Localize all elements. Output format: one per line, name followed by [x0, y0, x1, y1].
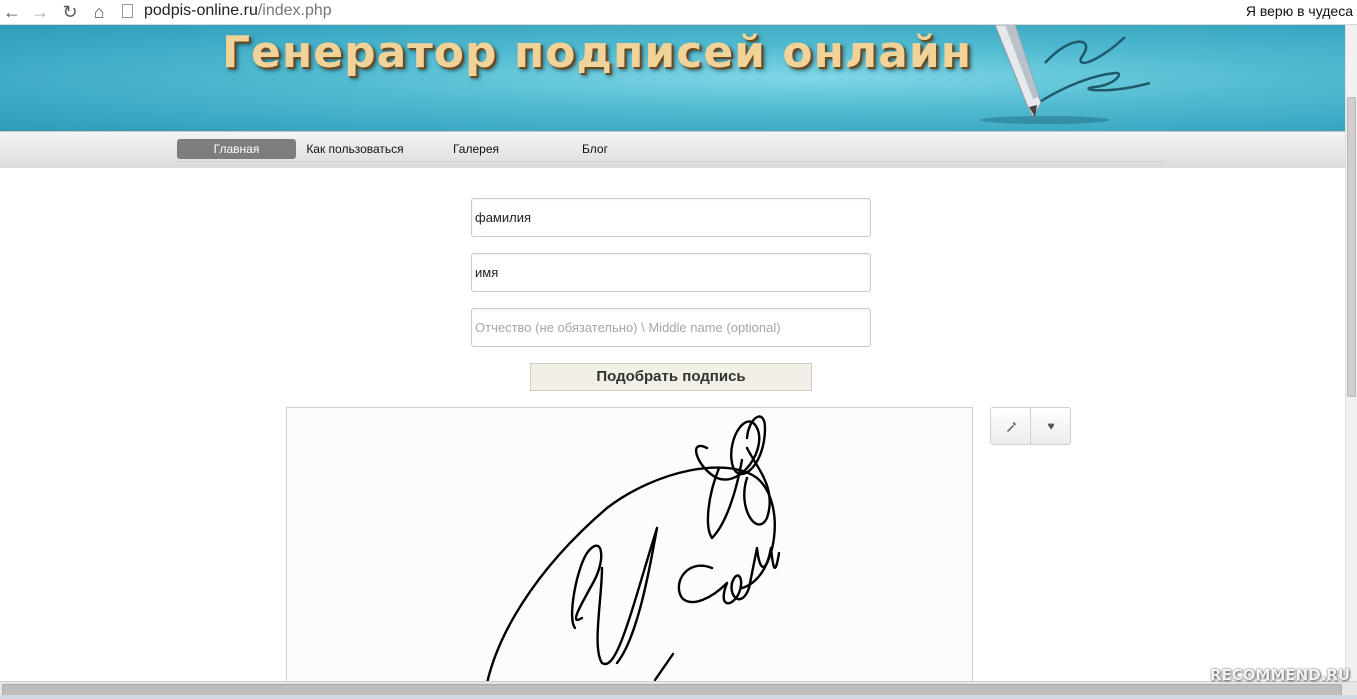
- watermark-text: RECOMMEND.RU: [1210, 666, 1351, 684]
- header-banner: Генератор подписей онлайн: [0, 25, 1345, 131]
- pen-logo-icon: [980, 25, 1151, 124]
- browser-window: ← → ↻ ⌂ podpis-online.ru/index.php Я вер…: [0, 0, 1357, 699]
- signature-tools: ♥: [990, 407, 1071, 445]
- url-domain: podpis-online.ru: [144, 2, 258, 19]
- address-bar[interactable]: podpis-online.ru/index.php: [118, 0, 1228, 24]
- surname-field[interactable]: [471, 198, 871, 237]
- name-field[interactable]: [471, 253, 871, 292]
- signature-drawing: [482, 415, 781, 699]
- middle-name-input[interactable]: [473, 310, 869, 345]
- url-path: /index.php: [257, 2, 332, 19]
- taskbar-edge: [0, 695, 1357, 699]
- generate-signature-button[interactable]: Подобрать подпись: [530, 363, 812, 391]
- menu-item-blog[interactable]: Блог: [565, 139, 625, 159]
- main-menu: Главная Как пользоваться Галерея Блог: [0, 131, 1345, 168]
- wrench-glyph: [1006, 421, 1016, 432]
- browser-toolbar: ← → ↻ ⌂ podpis-online.ru/index.php Я вер…: [0, 0, 1357, 25]
- surname-input[interactable]: [473, 200, 869, 235]
- menu-item-home[interactable]: Главная: [177, 139, 296, 159]
- menu-item-gallery[interactable]: Галерея: [436, 139, 516, 159]
- reload-icon[interactable]: ↻: [60, 2, 80, 22]
- signature-canvas: [286, 407, 973, 699]
- url-text: podpis-online.ru/index.php: [144, 2, 332, 20]
- site-title: Генератор подписей онлайн: [222, 27, 973, 78]
- forward-arrow-icon[interactable]: →: [30, 2, 50, 22]
- home-icon[interactable]: ⌂: [89, 2, 109, 22]
- bookmark-link[interactable]: Я верю в чудеса: [1246, 3, 1353, 19]
- page-icon: [122, 4, 133, 18]
- heart-icon[interactable]: ♥: [1031, 408, 1071, 444]
- menu-divider: [175, 161, 1165, 162]
- back-arrow-icon[interactable]: ←: [2, 2, 22, 22]
- wrench-icon[interactable]: [991, 408, 1031, 444]
- middle-name-field[interactable]: [471, 308, 871, 347]
- name-input[interactable]: [473, 255, 869, 290]
- vertical-scrollbar[interactable]: [1345, 25, 1357, 681]
- menu-item-how-to-use[interactable]: Как пользоваться: [300, 139, 410, 159]
- vertical-scroll-thumb[interactable]: [1347, 97, 1356, 397]
